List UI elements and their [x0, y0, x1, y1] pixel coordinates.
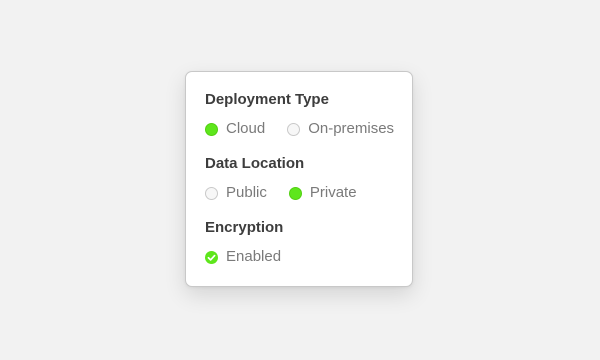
- data-location-option-private[interactable]: Private: [288, 184, 357, 202]
- data-location-option-public[interactable]: Public: [205, 184, 267, 202]
- data-location-option-label: Private: [309, 184, 357, 201]
- deployment-type-group: Cloud On-premises: [205, 118, 412, 140]
- deployment-option-label: Cloud: [226, 120, 266, 137]
- encryption-option-enabled[interactable]: Enabled: [205, 248, 281, 266]
- encryption-option-label: Enabled: [226, 248, 282, 265]
- deployment-option-cloud[interactable]: Cloud: [205, 120, 265, 138]
- deployment-option-on-premises[interactable]: On-premises: [287, 120, 394, 138]
- deployment-option-label: On-premises: [308, 120, 395, 137]
- radio-selected-icon[interactable]: [205, 122, 218, 136]
- data-location-option-label: Public: [226, 184, 267, 201]
- data-location-group: Public Private: [205, 182, 412, 204]
- settings-card: Deployment Type Cloud On-premises Data L…: [185, 71, 413, 287]
- encryption-title: Encryption: [205, 219, 284, 236]
- deployment-type-title: Deployment Type: [205, 91, 329, 108]
- radio-unselected-icon[interactable]: [205, 186, 218, 200]
- data-location-title: Data Location: [205, 155, 305, 172]
- encryption-group: Enabled: [205, 246, 412, 268]
- radio-unselected-icon[interactable]: [287, 122, 301, 136]
- check-icon[interactable]: [205, 250, 218, 264]
- radio-selected-icon[interactable]: [288, 186, 302, 200]
